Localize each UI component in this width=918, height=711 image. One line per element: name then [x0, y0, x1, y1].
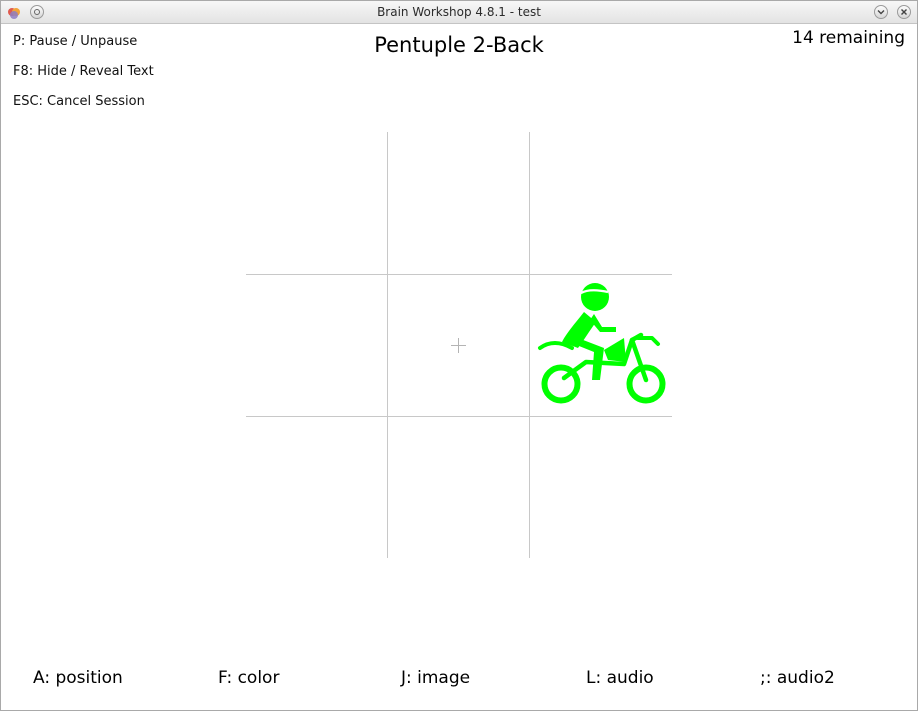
app-window: Brain Workshop 4.8.1 - test P: Pause / U…	[0, 0, 918, 711]
crosshair-icon	[451, 338, 466, 353]
minimize-button[interactable]	[874, 5, 888, 19]
game-area[interactable]: P: Pause / Unpause F8: Hide / Reveal Tex…	[1, 24, 917, 710]
motorcycle-rider-icon	[538, 283, 666, 404]
audio2-match-key[interactable]: ;: audio2	[760, 668, 835, 688]
audio-match-key[interactable]: L: audio	[586, 668, 654, 688]
title-bar[interactable]: Brain Workshop 4.8.1 - test	[1, 1, 917, 24]
position-grid	[246, 132, 672, 558]
position-match-key[interactable]: A: position	[33, 668, 123, 688]
window-title: Brain Workshop 4.8.1 - test	[377, 5, 541, 19]
close-icon	[901, 9, 907, 15]
close-button[interactable]	[897, 5, 911, 19]
color-match-key[interactable]: F: color	[218, 668, 279, 688]
chevron-down-icon	[877, 10, 885, 15]
image-match-key[interactable]: J: image	[401, 668, 470, 688]
